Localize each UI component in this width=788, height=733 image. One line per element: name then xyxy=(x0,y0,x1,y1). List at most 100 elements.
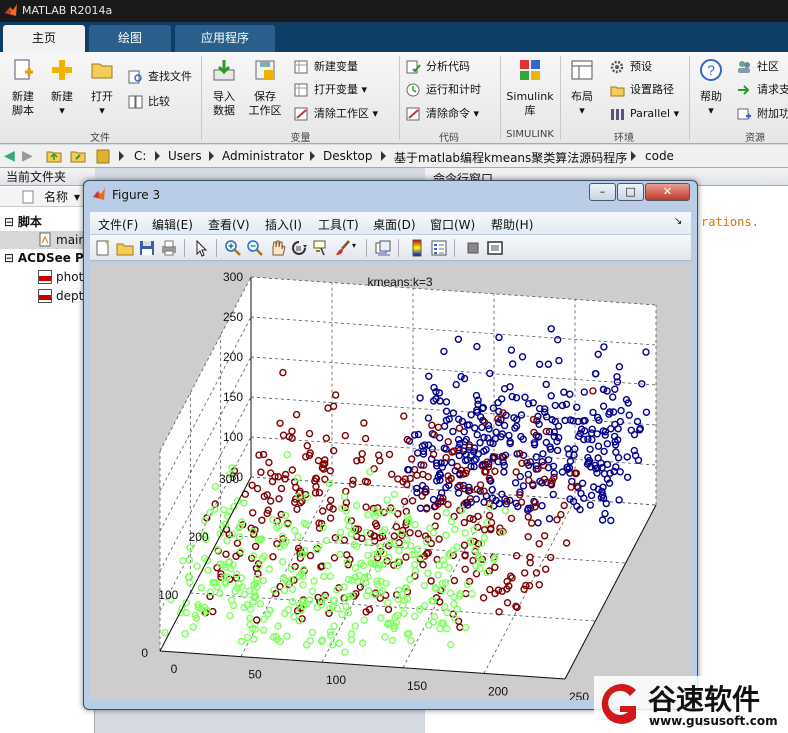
request-support-button[interactable]: 请求支 xyxy=(737,83,788,97)
breadcrumb-administrator[interactable]: Administrator xyxy=(222,149,304,163)
app-title: MATLAB R2014a xyxy=(22,4,113,17)
help-button[interactable]: ? 帮助 ▾ xyxy=(693,58,729,118)
help-icon: ? xyxy=(700,59,722,81)
x-tick-label: 0 xyxy=(171,662,178,676)
x-tick-label: 250 xyxy=(569,690,589,700)
hide-plot-tools-icon[interactable] xyxy=(464,239,482,257)
back-arrow-icon[interactable]: ◀ xyxy=(4,148,15,164)
run-and-time-button[interactable]: 运行和计时 xyxy=(406,83,481,97)
up-folder-icon[interactable] xyxy=(46,149,62,163)
new-figure-icon[interactable] xyxy=(94,239,112,257)
open-button[interactable]: 打开 ▾ xyxy=(84,58,120,118)
pointer-icon[interactable] xyxy=(192,239,210,257)
column-header[interactable]: 名称 ▾ xyxy=(0,187,95,207)
add-ons-button[interactable]: 附加功 xyxy=(737,107,788,121)
open-variable-icon xyxy=(294,83,308,97)
request-support-label: 请求支 xyxy=(757,83,788,96)
save-icon[interactable] xyxy=(138,239,156,257)
save-workspace-button[interactable]: 保存 工作区 xyxy=(245,58,285,118)
figure-titlebar[interactable]: Figure 3 – □ ✕ xyxy=(84,181,697,209)
tree-group-scripts[interactable]: ⊟ 脚本 xyxy=(4,214,42,230)
menu-insert[interactable]: 插入(I) xyxy=(265,216,302,233)
maximize-button[interactable]: □ xyxy=(617,183,644,201)
set-path-button[interactable]: 设置路径 xyxy=(610,83,674,97)
clear-commands-button[interactable]: 清除命令 ▾ xyxy=(406,107,479,121)
layout-button[interactable]: 布局 ▾ xyxy=(564,58,600,118)
analyze-code-button[interactable]: 分析代码 xyxy=(406,60,470,74)
layout-icon xyxy=(571,60,593,80)
scatter3-chart[interactable]: 0 50 100 150 200 2500100200300501001502002503… xyxy=(90,263,691,704)
brush-dropdown-icon[interactable]: ▾ xyxy=(352,241,356,250)
z-tick-label: 50 xyxy=(230,470,244,484)
brush-icon[interactable] xyxy=(334,239,352,257)
ribbon-tabs: 主页 绘图 应用程序 xyxy=(0,22,788,52)
breadcrumb-separator-icon xyxy=(119,151,124,161)
tab-plots[interactable]: 绘图 xyxy=(89,25,171,52)
new-variable-button[interactable]: 新建变量 xyxy=(294,60,358,74)
pan-icon[interactable] xyxy=(268,239,286,257)
chart-title: kmeans:k=3 xyxy=(367,275,432,289)
list-item[interactable]: phot xyxy=(0,268,95,286)
menu-help[interactable]: 帮助(H) xyxy=(491,216,533,233)
tab-home[interactable]: 主页 xyxy=(3,25,85,52)
breadcrumb-separator-icon xyxy=(631,151,636,161)
dock-arrow-icon[interactable]: ↘ xyxy=(674,216,682,227)
show-plot-tools-icon[interactable] xyxy=(486,239,504,257)
list-item[interactable]: dept xyxy=(0,287,95,305)
legend-icon[interactable] xyxy=(430,239,448,257)
tab-apps[interactable]: 应用程序 xyxy=(175,25,275,52)
clear-commands-icon xyxy=(406,107,420,121)
figure-window[interactable]: Figure 3 – □ ✕ 文件(F) 编辑(E) 查看(V) 插入(I) 工… xyxy=(83,180,698,710)
png-file-icon xyxy=(38,270,52,284)
new-button[interactable]: 新建 ▾ xyxy=(44,58,80,118)
file-name: phot xyxy=(56,270,84,284)
menu-view[interactable]: 查看(V) xyxy=(208,216,250,233)
link-plot-icon[interactable] xyxy=(374,239,392,257)
print-icon[interactable] xyxy=(160,239,178,257)
menu-edit[interactable]: 编辑(E) xyxy=(152,216,193,233)
zoom-out-icon[interactable] xyxy=(246,239,264,257)
menu-window[interactable]: 窗口(W) xyxy=(430,216,475,233)
preferences-button[interactable]: 预设 xyxy=(610,60,652,74)
new-script-button[interactable]: 新建 脚本 xyxy=(4,58,42,118)
tree-group-acdsee[interactable]: ⊟ ACDSee PI xyxy=(4,250,88,266)
menu-desktop[interactable]: 桌面(D) xyxy=(373,216,416,233)
menu-file[interactable]: 文件(F) xyxy=(98,216,138,233)
community-button[interactable]: 社区 xyxy=(737,60,779,74)
collapse-icon: ⊟ xyxy=(4,251,15,265)
compare-button[interactable]: 比较 xyxy=(128,95,170,109)
breadcrumb-c[interactable]: C: xyxy=(134,149,146,163)
simulink-library-button[interactable]: Simulink 库 xyxy=(504,58,556,118)
z-tick-label: 100 xyxy=(223,430,243,444)
parallel-button[interactable]: Parallel ▾ xyxy=(610,107,679,121)
data-cursor-icon[interactable] xyxy=(312,239,330,257)
ribbon: 新建 脚本 新建 ▾ 打开 ▾ 查找文件 比较 文件 导入 数据 保存 工作区 新建… xyxy=(0,52,788,144)
panel-title: 当前文件夹 xyxy=(0,168,95,186)
plot-area[interactable]: 0 50 100 150 200 250 0 100 200 300 50 100 150 200 250 3… xyxy=(90,263,691,704)
forward-arrow-icon[interactable]: ▶ xyxy=(22,148,33,164)
menu-tools[interactable]: 工具(T) xyxy=(318,216,359,233)
breadcrumb-users[interactable]: Users xyxy=(168,149,202,163)
open-file-icon[interactable] xyxy=(116,239,134,257)
find-files-button[interactable]: 查找文件 xyxy=(128,70,192,84)
zoom-in-icon[interactable] xyxy=(224,239,242,257)
section-variable-label: 变量 xyxy=(290,133,311,144)
community-icon xyxy=(738,61,750,73)
minimize-button[interactable]: – xyxy=(589,183,616,201)
list-item[interactable]: main xyxy=(0,231,95,249)
tree-group-label: 脚本 xyxy=(17,215,42,229)
breadcrumb-code[interactable]: code xyxy=(645,149,674,163)
run-and-time-icon xyxy=(406,83,420,97)
open-variable-button[interactable]: 打开变量 ▾ xyxy=(294,83,367,97)
close-button[interactable]: ✕ xyxy=(645,183,690,201)
browse-folder-icon[interactable] xyxy=(70,149,86,163)
breadcrumb-desktop[interactable]: Desktop xyxy=(323,149,373,163)
import-data-button[interactable]: 导入 数据 xyxy=(205,58,243,118)
rotate-3d-icon[interactable] xyxy=(290,239,308,257)
toolbar-divider xyxy=(184,239,185,257)
current-folder-bar: ◀ ▶ C: Users Administrator Desktop 基于mat… xyxy=(0,145,788,168)
breadcrumb-project-folder[interactable]: 基于matlab编程kmeans聚类算法源码程序 xyxy=(394,149,627,166)
brand-name: 谷速软件 xyxy=(648,683,761,716)
colorbar-icon[interactable] xyxy=(408,239,426,257)
clear-workspace-button[interactable]: 清除工作区 ▾ xyxy=(294,107,378,121)
